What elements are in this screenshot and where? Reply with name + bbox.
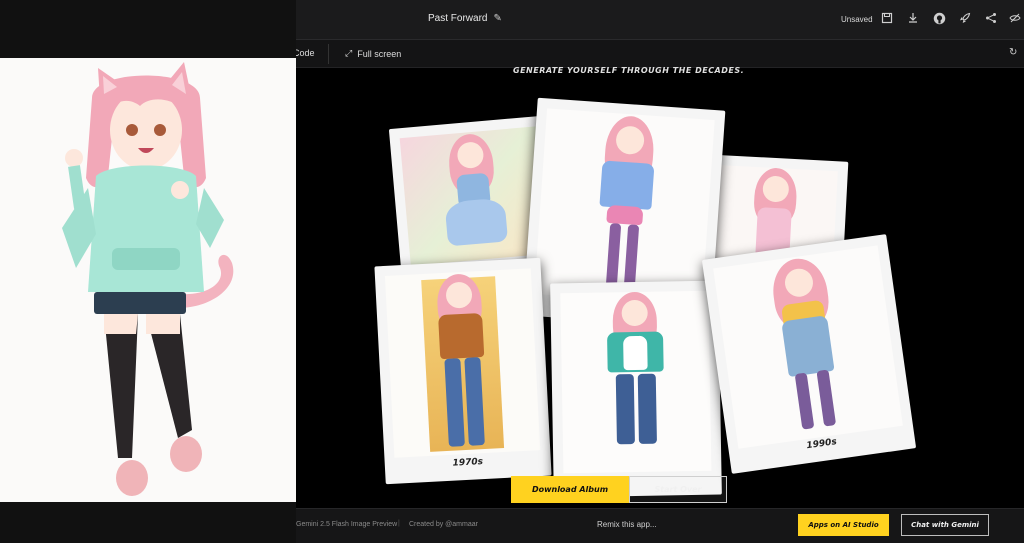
edit-pencil-icon[interactable]: ✎ xyxy=(493,13,503,24)
character-figure xyxy=(592,291,679,468)
fullscreen-button[interactable]: ⤢ Full screen xyxy=(345,48,401,59)
polaroid-card[interactable]: 1990s xyxy=(701,234,917,474)
save-icon[interactable] xyxy=(880,12,894,26)
uploaded-photo xyxy=(0,58,296,502)
polaroid-photo xyxy=(384,268,541,458)
polaroid-photo xyxy=(534,108,715,306)
fullscreen-icon: ⤢ xyxy=(345,48,353,58)
github-icon[interactable] xyxy=(932,12,946,26)
polaroid-card[interactable] xyxy=(550,280,722,498)
save-status: Unsaved xyxy=(841,15,873,24)
polaroid-photo xyxy=(560,290,712,474)
settings-icon[interactable] xyxy=(1008,12,1022,26)
model-label: Gemini 2.5 Flash Image Preview xyxy=(296,521,398,528)
polaroid-photo xyxy=(713,245,903,449)
chat-with-gemini-button[interactable]: Chat with Gemini xyxy=(901,514,989,536)
project-title[interactable]: Past Forward xyxy=(428,13,487,24)
download-icon[interactable] xyxy=(906,12,920,26)
character-figure xyxy=(573,113,675,299)
tab-code[interactable]: Code xyxy=(293,48,315,58)
remix-input[interactable]: Remix this app... xyxy=(597,520,657,529)
footer-separator: | xyxy=(398,520,400,527)
fullscreen-label: Full screen xyxy=(357,48,402,59)
character-figure xyxy=(751,253,865,440)
app-window: Past Forward ✎ Unsaved Code ⤢ Full scree… xyxy=(0,0,1024,543)
refresh-icon[interactable]: ↻ xyxy=(1009,47,1017,58)
polaroid-card[interactable]: 1970s xyxy=(374,257,552,485)
cat-girl-illustration xyxy=(62,62,234,496)
apps-on-ai-studio-button[interactable]: Apps on AI Studio xyxy=(798,514,889,536)
deploy-rocket-icon[interactable] xyxy=(958,12,972,26)
character-figure xyxy=(429,131,519,260)
app-tagline: GENERATE YOURSELF THROUGH THE DECADES. xyxy=(513,66,745,75)
creator-credit[interactable]: Created by @ammaar xyxy=(409,521,478,528)
project-title-group[interactable]: Past Forward ✎ xyxy=(428,13,503,24)
polaroid-photo xyxy=(399,126,549,266)
overlay-top-band xyxy=(0,0,296,58)
share-icon[interactable] xyxy=(984,12,998,26)
character-figure xyxy=(418,272,507,452)
start-over-button[interactable]: Start Over xyxy=(629,476,727,503)
download-album-button[interactable]: Download Album xyxy=(511,476,629,503)
overlay-bottom-band xyxy=(0,502,296,543)
toolbar-divider xyxy=(328,44,329,64)
